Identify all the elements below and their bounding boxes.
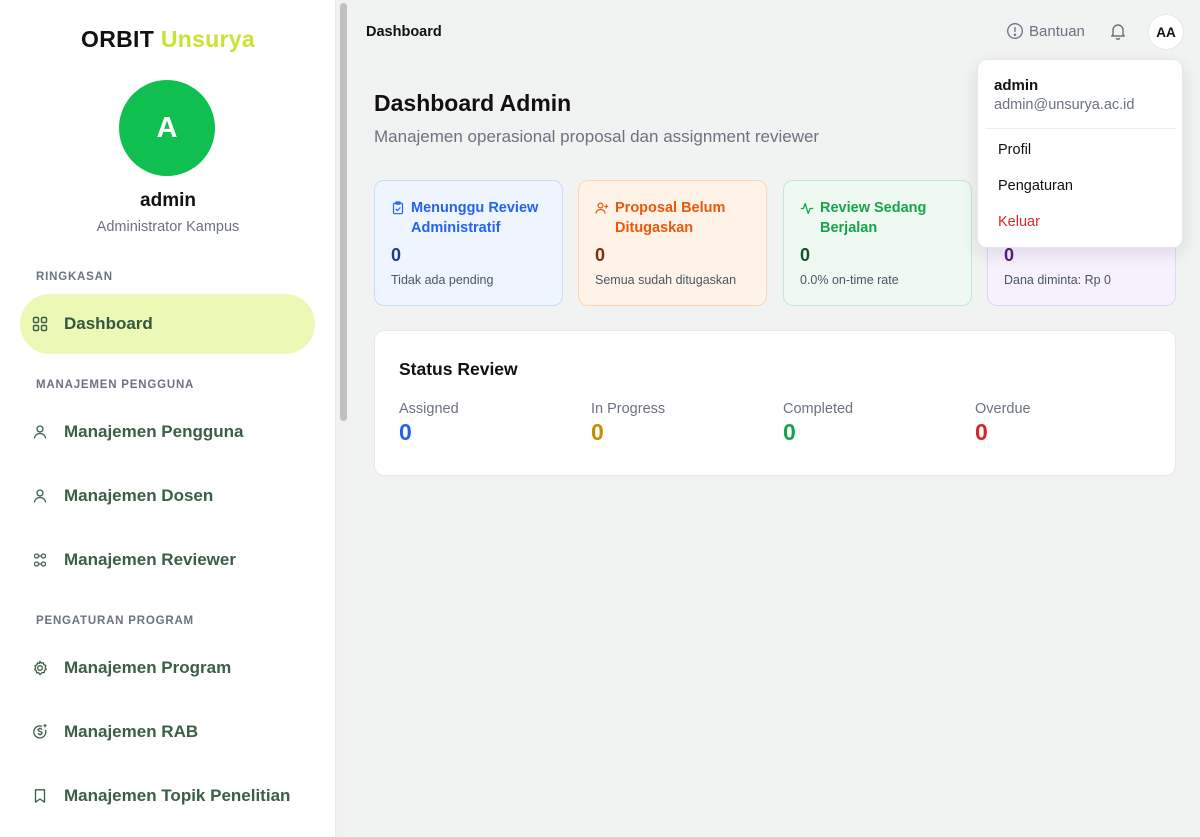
sidebar-item-label: Manajemen Pengguna [64,422,244,441]
page-title: Dashboard Admin [374,90,572,116]
sidebar-item-manajemen-topik-penelitian[interactable]: Manajemen Topik Penelitian [20,766,315,826]
user-dropdown-menu: admin admin@unsurya.ac.id Profil Pengatu… [977,59,1183,248]
stat-card-menunggu-review[interactable]: Menunggu Review Administratif 0 Tidak ad… [374,180,563,306]
status-review-panel: Status Review Assigned 0 In Progress 0 C… [374,330,1176,476]
grid-icon [32,316,48,332]
info-icon [1006,22,1024,40]
section-label-pengaturan-program: PENGATURAN PROGRAM [36,615,194,627]
scrollbar-thumb[interactable] [340,3,347,421]
status-value: 0 [591,419,604,445]
sidebar-item-label: Manajemen Reviewer [64,550,236,569]
menu-item-pengaturan[interactable]: Pengaturan [986,170,1176,202]
help-label: Bantuan [1029,22,1085,40]
sidebar-item-manajemen-rab[interactable]: Manajemen RAB [20,702,315,762]
card-desc: Dana diminta: Rp 0 [1004,273,1112,287]
gear-icon [32,660,48,676]
status-value: 0 [975,419,988,445]
user-icon [32,488,48,504]
card-title: Proposal Belum Ditugaskan [615,200,726,236]
card-title: Review Sedang Berjalan [820,200,927,236]
section-label-manajemen-pengguna: MANAJEMEN PENGGUNA [36,379,195,391]
user-avatar: A [119,80,215,176]
dropdown-user-email: admin@unsurya.ac.id [994,97,1135,113]
card-desc: Semua sudah ditugaskan [595,273,737,287]
dropdown-user-name: admin [994,77,1039,94]
status-label: In Progress [591,401,666,417]
bookmark-icon [32,788,48,804]
status-overdue: Overdue 0 [975,401,1031,446]
menu-item-keluar[interactable]: Keluar [986,206,1176,238]
status-in-progress: In Progress 0 [591,401,665,446]
status-label: Assigned [399,401,459,417]
sidebar-item-label: Manajemen Dosen [64,486,214,505]
card-value: 0 [391,245,402,265]
page-subtitle: Manajemen operasional proposal dan assig… [374,127,820,146]
status-label: Overdue [975,401,1031,417]
breadcrumb: Dashboard [366,24,442,40]
help-button[interactable]: Bantuan [1006,22,1085,40]
user-role: Administrator Kampus [96,219,240,235]
sidebar-item-manajemen-dosen[interactable]: Manajemen Dosen [20,466,315,526]
user-menu-avatar[interactable]: AA [1148,14,1184,50]
user-name: admin [140,190,196,211]
sidebar-item-label: Dashboard [64,314,153,333]
status-value: 0 [783,419,796,445]
status-value: 0 [399,419,412,445]
brand-accent: Unsurya [160,26,255,52]
status-completed: Completed 0 [783,401,853,446]
activity-icon [800,201,814,215]
user-plus-icon [595,201,609,215]
card-title: Menunggu Review Administratif [411,200,539,236]
sidebar-item-manajemen-reviewer[interactable]: Manajemen Reviewer [20,530,315,590]
card-value: 0 [1004,245,1015,265]
sidebar-scrollbar[interactable] [337,0,349,837]
dollar-circle-icon [32,724,48,740]
sidebar-item-manajemen-program[interactable]: Manajemen Program [20,638,315,698]
user-icon [32,424,48,440]
clipboard-check-icon [391,201,405,215]
brand-main: ORBIT [81,26,155,52]
stat-card-proposal-belum-ditugaskan[interactable]: Proposal Belum Ditugaskan 0 Semua sudah … [578,180,767,306]
section-label-ringkasan: RINGKASAN [36,271,113,283]
dropdown-divider [986,128,1176,129]
sidebar-item-label: Manajemen Topik Penelitian [64,786,291,805]
bell-icon[interactable] [1108,21,1128,46]
sidebar-item-dashboard[interactable]: Dashboard [20,294,315,354]
sidebar-item-label: Manajemen Program [64,658,232,677]
panel-title: Status Review [399,359,518,379]
sidebar: ORBIT Unsurya A admin Administrator Kamp… [0,0,336,837]
card-desc: Tidak ada pending [391,273,494,287]
brand-logo[interactable]: ORBIT Unsurya [0,26,336,53]
card-desc: 0.0% on-time rate [800,273,899,287]
card-value: 0 [595,245,606,265]
status-label: Completed [783,401,854,417]
menu-item-profil[interactable]: Profil [986,134,1176,166]
sidebar-item-manajemen-pengguna[interactable]: Manajemen Pengguna [20,402,315,462]
users-network-icon [32,552,48,568]
stat-card-review-sedang-berjalan[interactable]: Review Sedang Berjalan 0 0.0% on-time ra… [783,180,972,306]
status-assigned: Assigned 0 [399,401,459,446]
card-value: 0 [800,245,811,265]
sidebar-item-label: Manajemen RAB [64,722,199,741]
